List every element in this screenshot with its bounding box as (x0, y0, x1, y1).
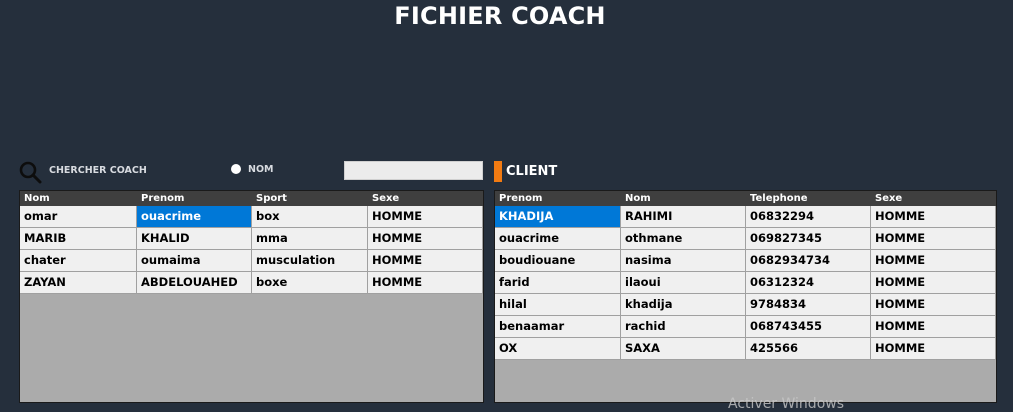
table-cell[interactable]: othmane (621, 228, 746, 250)
client-table[interactable]: Prenom Nom Telephone Sexe KHADIJA RAHIMI… (494, 190, 997, 403)
table-cell[interactable]: musculation (252, 250, 368, 272)
table-cell[interactable]: HOMME (871, 316, 996, 338)
table-cell[interactable]: farid (495, 272, 621, 294)
table-cell-selected[interactable]: ouacrime (137, 206, 252, 228)
table-cell[interactable]: KHALID (137, 228, 252, 250)
column-header-nom[interactable]: Nom (20, 191, 137, 206)
activation-watermark: Activer Windows (728, 396, 845, 412)
client-label: CLIENT (506, 164, 558, 179)
table-cell[interactable]: HOMME (871, 228, 996, 250)
table-row[interactable]: ouacrime othmane 069827345 HOMME (495, 228, 996, 250)
table-cell[interactable]: box (252, 206, 368, 228)
table-cell[interactable]: HOMME (368, 206, 483, 228)
table-cell[interactable]: HOMME (368, 228, 483, 250)
table-cell[interactable]: ABDELOUAHED (137, 272, 252, 294)
table-cell[interactable]: chater (20, 250, 137, 272)
table-row[interactable]: ZAYAN ABDELOUAHED boxe HOMME (20, 272, 483, 294)
table-cell[interactable]: MARIB (20, 228, 137, 250)
table-cell[interactable]: 069827345 (746, 228, 871, 250)
table-row[interactable]: farid ilaoui 06312324 HOMME (495, 272, 996, 294)
table-cell[interactable]: omar (20, 206, 137, 228)
table-cell[interactable]: mma (252, 228, 368, 250)
column-header-sexe[interactable]: Sexe (368, 191, 483, 206)
table-cell[interactable]: RAHIMI (621, 206, 746, 228)
column-header-prenom[interactable]: Prenom (495, 191, 621, 206)
table-cell[interactable]: HOMME (368, 250, 483, 272)
table-cell[interactable]: nasima (621, 250, 746, 272)
coach-table-header: Nom Prenom Sport Sexe (20, 191, 483, 206)
table-cell[interactable]: hilal (495, 294, 621, 316)
table-cell[interactable]: OX (495, 338, 621, 360)
table-cell[interactable]: 425566 (746, 338, 871, 360)
column-header-prenom[interactable]: Prenom (137, 191, 252, 206)
client-accent-bar (494, 161, 502, 182)
table-row[interactable]: OX SAXA 425566 HOMME (495, 338, 996, 360)
client-table-header: Prenom Nom Telephone Sexe (495, 191, 996, 206)
search-coach-label: CHERCHER COACH (49, 165, 147, 176)
page-title: FICHIER COACH (394, 2, 606, 30)
search-input[interactable] (344, 161, 483, 180)
table-cell[interactable]: ilaoui (621, 272, 746, 294)
table-cell[interactable]: HOMME (871, 206, 996, 228)
column-header-nom[interactable]: Nom (621, 191, 746, 206)
table-cell[interactable]: khadija (621, 294, 746, 316)
table-row[interactable]: chater oumaima musculation HOMME (20, 250, 483, 272)
search-icon[interactable] (18, 160, 42, 184)
table-row[interactable]: KHADIJA RAHIMI 06832294 HOMME (495, 206, 996, 228)
table-row[interactable]: MARIB KHALID mma HOMME (20, 228, 483, 250)
table-cell[interactable]: HOMME (871, 294, 996, 316)
table-cell[interactable]: 06832294 (746, 206, 871, 228)
table-cell[interactable]: ZAYAN (20, 272, 137, 294)
table-cell[interactable]: HOMME (871, 338, 996, 360)
table-cell[interactable]: 06312324 (746, 272, 871, 294)
table-cell[interactable]: SAXA (621, 338, 746, 360)
table-cell[interactable]: 9784834 (746, 294, 871, 316)
table-row[interactable]: boudiouane nasima 0682934734 HOMME (495, 250, 996, 272)
table-cell[interactable]: rachid (621, 316, 746, 338)
table-cell[interactable]: boudiouane (495, 250, 621, 272)
table-cell[interactable]: HOMME (871, 250, 996, 272)
column-header-sport[interactable]: Sport (252, 191, 368, 206)
nom-radio-button[interactable] (231, 164, 241, 174)
table-cell[interactable]: benaamar (495, 316, 621, 338)
table-cell[interactable]: 0682934734 (746, 250, 871, 272)
table-cell[interactable]: oumaima (137, 250, 252, 272)
table-cell[interactable]: boxe (252, 272, 368, 294)
table-cell[interactable]: 068743455 (746, 316, 871, 338)
table-row[interactable]: omar ouacrime box HOMME (20, 206, 483, 228)
table-cell[interactable]: HOMME (871, 272, 996, 294)
table-cell[interactable]: ouacrime (495, 228, 621, 250)
nom-radio-label[interactable]: NOM (248, 164, 273, 175)
table-row[interactable]: hilal khadija 9784834 HOMME (495, 294, 996, 316)
column-header-sexe[interactable]: Sexe (871, 191, 996, 206)
column-header-telephone[interactable]: Telephone (746, 191, 871, 206)
table-cell-selected[interactable]: KHADIJA (495, 206, 621, 228)
table-cell[interactable]: HOMME (368, 272, 483, 294)
coach-table[interactable]: Nom Prenom Sport Sexe omar ouacrime box … (19, 190, 484, 403)
table-row[interactable]: benaamar rachid 068743455 HOMME (495, 316, 996, 338)
